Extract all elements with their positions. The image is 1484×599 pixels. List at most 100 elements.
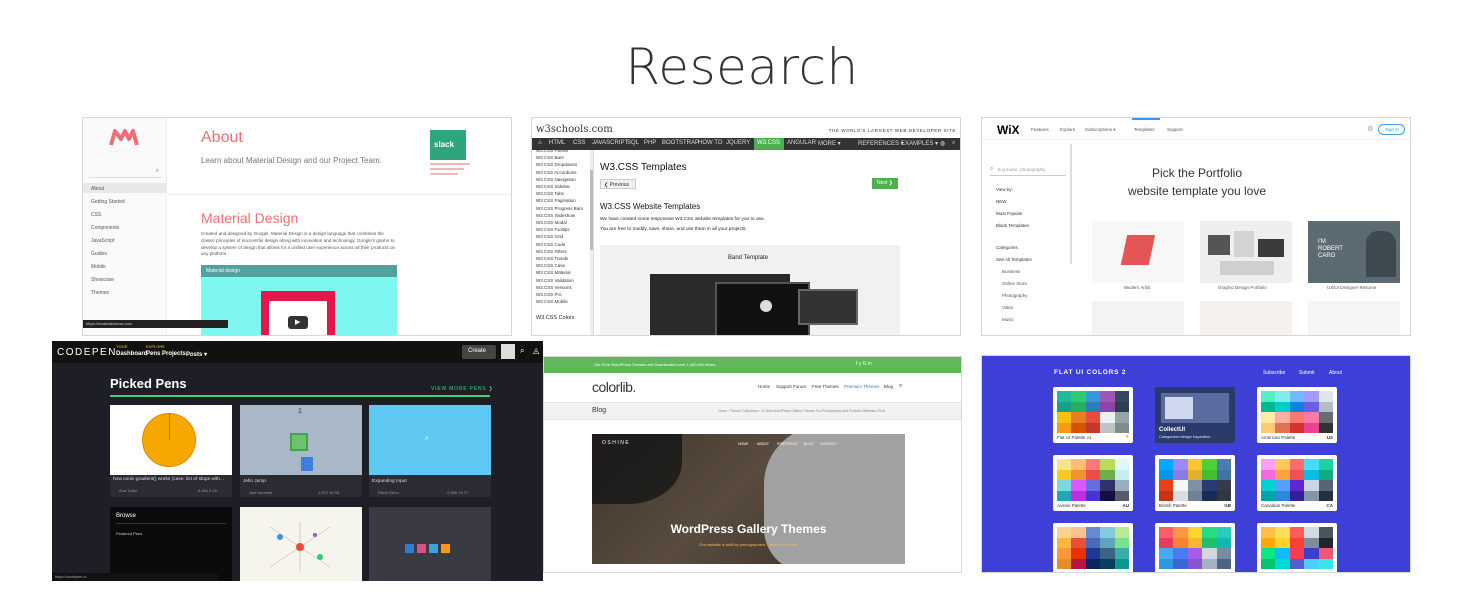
bell-icon[interactable]: ◬	[533, 346, 539, 355]
w3-sidebar-item[interactable]: W3.CSS Material	[536, 270, 571, 275]
signin-button[interactable]: Sign In	[1378, 124, 1405, 135]
w3-nav-bootstrap[interactable]: BOOTSTRAP	[662, 140, 699, 146]
slack-ad[interactable]: slack	[430, 130, 466, 160]
wix-view-blank[interactable]: Blank Templates	[996, 223, 1029, 228]
wix-view-new[interactable]: NEW	[996, 199, 1007, 204]
w3-nav-sql[interactable]: SQL	[627, 140, 639, 146]
palette-card-collectui[interactable]: CollectUI Categorized design inspiration…	[1155, 387, 1235, 443]
sidebar-item-showcase[interactable]: Showcase	[91, 277, 114, 283]
sidebar-item-themes[interactable]: Themes	[91, 290, 109, 296]
wix-nav-subscriptions[interactable]: Subscriptions ▾	[1085, 127, 1116, 133]
w3-nav-examples[interactable]: EXAMPLES ▾	[901, 140, 938, 147]
research-screenshot-colorlib[interactable]: Our Free WordPress Themes are Downloaded…	[543, 356, 962, 573]
wix-nav-explore[interactable]: Explore	[1060, 127, 1075, 132]
w3-sidebar-item[interactable]: W3.CSS Pro	[536, 292, 562, 297]
codepen-nav-pens[interactable]: Pens	[146, 351, 160, 357]
w3-sidebar-item[interactable]: W3.CSS Mobile	[536, 299, 568, 304]
w3-sidebar-item[interactable]: W3.CSS Trends	[536, 256, 568, 261]
w3-sidebar-item[interactable]: W3.CSS Modal	[536, 220, 567, 225]
material-video[interactable]: Material design ▶	[201, 265, 397, 335]
sidebar-item-css[interactable]: CSS	[91, 212, 101, 218]
colorlib-nav-support[interactable]: Support Forum	[776, 384, 806, 389]
wix-cat-music[interactable]: Music	[1002, 317, 1014, 322]
pen-card-jello[interactable]: 1 Jello Jump Joel Kummel 1,372 18 53	[240, 405, 362, 497]
wix-cat-video[interactable]: Video	[1002, 305, 1013, 310]
wix-sidebar-scrollbar[interactable]	[1070, 144, 1072, 264]
w3-sidebar-item[interactable]: W3.CSS Pagination	[536, 198, 576, 203]
w3-sidebar-item[interactable]: W3.CSS Tabs	[536, 191, 564, 196]
w3-sidebar-item[interactable]: W3.CSS Validation	[536, 278, 574, 283]
pen-card-browse[interactable]: Browse Featured Pens	[110, 507, 232, 581]
w3-sidebar-item[interactable]: W3.CSS Bars	[536, 155, 564, 160]
wix-cat-photography[interactable]: Photography	[1002, 293, 1028, 298]
research-screenshot-materialize[interactable]: · · · · · · ⌕ About Getting Started CSS …	[82, 117, 512, 336]
flatui-nav-submit[interactable]: Submit	[1299, 370, 1315, 376]
sidebar-item-about[interactable]: About	[91, 186, 104, 192]
w3-sidebar-colors[interactable]: W3.CSS Colors	[536, 315, 575, 321]
create-button[interactable]: Create	[462, 345, 496, 359]
w3-sidebar-item[interactable]: W3.CSS Accordions	[536, 170, 577, 175]
palette-card-row3-2[interactable]	[1155, 523, 1235, 572]
colorlib-nav-free-themes[interactable]: Free Themes	[812, 384, 839, 389]
w3-sidebar-item[interactable]: W3.CSS Navigation	[536, 177, 576, 182]
colorlib-nav-premium[interactable]: Premium Themes	[844, 384, 879, 389]
gear-icon[interactable]: ⚙	[1367, 125, 1373, 133]
search-icon[interactable]: ⌕	[520, 346, 524, 356]
wix-cat-all[interactable]: See All Templates	[996, 257, 1032, 262]
w3-sidebar-item[interactable]: W3.CSS Tooltips	[536, 227, 570, 232]
codepen-nav-dashboard[interactable]: Dashboard	[116, 351, 147, 357]
sidebar-item-components[interactable]: Components	[91, 225, 119, 231]
w3-nav-jquery[interactable]: JQUERY	[726, 140, 750, 146]
w3-nav-howto[interactable]: HOW TO	[698, 140, 722, 146]
search-icon[interactable]: ⌕	[899, 383, 902, 390]
material-search[interactable]: ⌕	[89, 167, 161, 178]
w3-nav-php[interactable]: PHP	[644, 140, 656, 146]
band-template-card[interactable]: Band Template	[600, 245, 900, 335]
pen-card-social[interactable]	[369, 507, 491, 581]
wix-nav-support[interactable]: Support	[1167, 127, 1183, 132]
wix-template-graphic-design[interactable]	[1200, 221, 1292, 283]
wix-template-modern-artist[interactable]	[1092, 221, 1184, 283]
previous-button[interactable]: ❮ Previous	[600, 179, 636, 189]
wix-cat-business[interactable]: Business	[1002, 269, 1020, 274]
w3-sidebar-item[interactable]: W3.CSS Sidebar	[536, 184, 570, 189]
w3-sidebar-item[interactable]: W3.CSS Grid	[536, 234, 563, 239]
w3-sidebar-item[interactable]: W3.CSS Code	[536, 242, 565, 247]
wix-template-row2-1[interactable]	[1092, 301, 1184, 335]
codepen-nav-projects[interactable]: Projects	[162, 351, 186, 357]
research-screenshot-codepen[interactable]: CODEPEN YOUR EXPLORE Dashboard Pens Proj…	[52, 341, 543, 581]
w3-nav-references[interactable]: REFERENCES ▾	[858, 140, 904, 147]
social-icons[interactable]: f y G in	[856, 361, 872, 367]
wix-view-popular[interactable]: Most Popular	[996, 211, 1023, 216]
w3-nav-more[interactable]: MORE ▾	[818, 140, 841, 147]
codepen-nav-posts[interactable]: Posts ▾	[186, 351, 207, 358]
w3-nav-js[interactable]: JAVASCRIPT	[592, 140, 628, 146]
wix-template-row2-2[interactable]	[1200, 301, 1292, 335]
research-screenshot-w3schools[interactable]: w3schools.com THE WORLD'S LARGEST WEB DE…	[531, 117, 961, 336]
pen-card-expanding-input[interactable]: ⌕ Expanding Input Elliott Geno 2,068 19 …	[369, 405, 491, 497]
w3-sidebar-item[interactable]: W3.CSS Case	[536, 263, 565, 268]
wix-template-row2-3[interactable]	[1308, 301, 1400, 335]
wix-nav-features[interactable]: Features	[1031, 127, 1049, 132]
wix-template-ux-resume[interactable]: I'M ROBERT CARO	[1308, 221, 1400, 283]
sidebar-item-javascript[interactable]: JavaScript	[91, 238, 114, 244]
avatar[interactable]	[501, 344, 515, 359]
w3-sidebar-item[interactable]: W3.CSS Progress Bars	[536, 206, 583, 211]
home-icon[interactable]: ⌂	[538, 140, 542, 146]
palette-card-flat-ui-v1[interactable]: Flat UI Palette v1 ●	[1053, 387, 1133, 443]
w3-nav-html[interactable]: HTML	[549, 140, 565, 146]
sidebar-scrollbar[interactable]	[590, 170, 593, 250]
w3-sidebar-item[interactable]: W3.CSS Versions	[536, 285, 572, 290]
wix-cat-store[interactable]: Online Store	[1002, 281, 1027, 286]
colorlib-hero-image[interactable]: OSHINE HOME ABOUT PORTFOLIO BLOG CONTACT…	[592, 434, 905, 564]
palette-card-row3-1[interactable]	[1053, 523, 1133, 572]
flatui-nav-about[interactable]: About	[1329, 370, 1342, 376]
view-more-pens-link[interactable]: VIEW MORE PENS ❯	[431, 386, 494, 392]
palette-card-aussie[interactable]: Aussie Palette AU	[1053, 455, 1133, 511]
w3-nav-w3css[interactable]: W3.CSS	[757, 140, 780, 146]
palette-card-canadian[interactable]: Canadian Palette CA	[1257, 455, 1337, 511]
w3-nav-css[interactable]: CSS	[573, 140, 585, 146]
flatui-nav-subscribe[interactable]: Subscribe	[1263, 370, 1285, 376]
colorlib-nav-blog[interactable]: Blog	[884, 384, 893, 389]
search-icon[interactable]: ⌕	[952, 140, 955, 147]
